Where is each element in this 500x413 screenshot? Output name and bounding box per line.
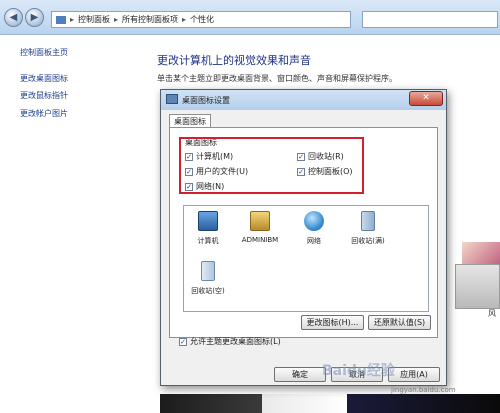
back-arrow-icon[interactable]: ◀ [4,8,23,27]
computer-icon [198,211,218,231]
checkbox-control-panel[interactable]: ✓ 控制面板(O) [297,166,353,177]
search-input[interactable] [362,11,498,28]
restore-default-button[interactable]: 还原默认值(S) [368,315,431,330]
theme-thumbnail[interactable] [455,264,500,309]
dialog-title: 桌面图标设置 [182,96,230,105]
check-icon: ✓ [185,167,193,176]
dialog-title-bar[interactable]: 桌面图标设置 ✕ [161,90,446,110]
checkbox-user-files[interactable]: ✓ 用户的文件(U) [185,166,248,177]
checkbox-recycle-bin[interactable]: ✓ 回收站(R) [297,151,344,162]
breadcrumb-control-panel[interactable]: 控制面板 [78,14,110,25]
checkbox-network[interactable]: ✓ 网络(N) [185,181,224,192]
network-icon [304,211,324,231]
desktop-icon-settings-dialog: 桌面图标设置 ✕ 桌面图标 桌面图标 ✓ 计算机(M) ✓ 回收站(R) ✓ 用… [160,89,447,386]
sidebar-item-change-mouse-pointer[interactable]: 更改鼠标指针 [20,90,68,101]
icon-label: 计算机 [197,237,219,245]
dialog-icon [166,94,178,104]
theme-thumbnail-strip[interactable] [160,394,500,413]
address-bar[interactable]: ▸ 控制面板 ▸ 所有控制面板项 ▸ 个性化 [51,11,351,28]
check-icon: ✓ [297,152,305,161]
sidebar-item-control-panel-home[interactable]: 控制面板主页 [20,47,68,58]
checkbox-label: 控制面板(O) [308,167,353,176]
breadcrumb-all-items[interactable]: 所有控制面板项 [122,14,178,25]
forward-arrow-icon[interactable]: ▶ [25,8,44,27]
checkbox-label: 计算机(M) [196,152,234,161]
change-icon-button[interactable]: 更改图标(H)... [301,315,364,330]
sidebar-item-change-desktop-icons[interactable]: 更改桌面图标 [20,73,68,84]
theme-label: 风 [488,309,496,318]
tab-desktop-icons[interactable]: 桌面图标 [169,114,211,128]
page-description: 单击某个主题立即更改桌面背景、窗口颜色、声音和屏幕保护程序。 [157,74,397,83]
checkbox-label: 回收站(R) [308,152,344,161]
icon-label: 回收站(空) [191,287,225,295]
address-bar-area: ◀ ▶ ▸ 控制面板 ▸ 所有控制面板项 ▸ 个性化 [0,0,500,35]
checkbox-computer[interactable]: ✓ 计算机(M) [185,151,233,162]
breadcrumb-personalization[interactable]: 个性化 [190,14,214,25]
watermark-url: jingyan.baidu.com [391,386,456,394]
check-icon: ✓ [185,152,193,161]
control-panel-icon [56,15,66,24]
check-icon: ✓ [179,337,187,346]
check-icon: ✓ [185,182,193,191]
checkbox-label: 网络(N) [196,182,225,191]
breadcrumb-separator: ▸ [114,15,119,24]
apply-button[interactable]: 应用(A) [388,367,440,382]
close-button[interactable]: ✕ [409,91,443,106]
watermark-logo: Baidu经验 [322,363,395,379]
check-icon: ✓ [297,167,305,176]
ok-button[interactable]: 确定 [274,367,326,382]
icon-label: ADMINIBM [241,236,279,244]
recycle-bin-empty-icon [201,261,215,281]
user-folder-icon [250,211,270,231]
breadcrumb-separator: ▸ [70,15,75,24]
desktop-icon-item[interactable]: 计算机 [188,211,228,246]
desktop-icon-item[interactable]: 网络 [294,211,334,246]
page-title: 更改计算机上的视觉效果和声音 [157,54,311,67]
desktop-icon-list: 计算机 ADMINIBM 网络 回收站(满) 回收站(空) [183,205,429,312]
checkbox-label: 允许主题更改桌面图标(L) [190,337,281,346]
icon-label: 网络 [307,237,321,245]
desktop-icon-item[interactable]: ADMINIBM [240,211,280,244]
checkbox-label: 用户的文件(U) [196,167,249,176]
desktop-icon-item[interactable]: 回收站(满) [348,211,388,246]
icon-label: 回收站(满) [351,237,385,245]
recycle-bin-full-icon [361,211,375,231]
breadcrumb-separator: ▸ [182,15,187,24]
checkbox-allow-theme-change[interactable]: ✓ 允许主题更改桌面图标(L) [179,336,281,347]
desktop-icon-item[interactable]: 回收站(空) [188,261,228,296]
sidebar-item-change-account-picture[interactable]: 更改帐户图片 [20,108,68,119]
